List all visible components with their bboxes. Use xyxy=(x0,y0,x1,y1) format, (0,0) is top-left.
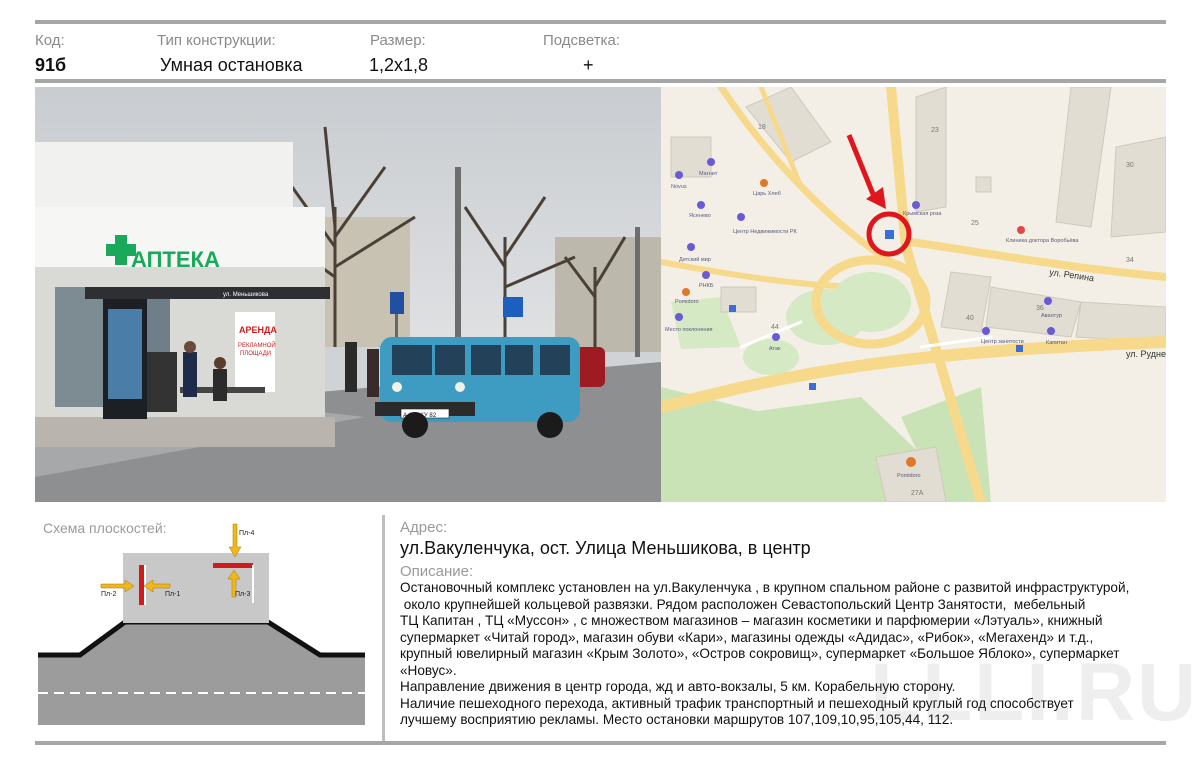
map-num-25: 25 xyxy=(971,220,979,227)
plane-2-label: Пл-2 xyxy=(101,591,116,598)
planes-scheme: Схема плоскостей: Пл-2 Пл-1 Пл-3 Пл-4 xyxy=(35,515,382,740)
bus-stop-marker-icon xyxy=(885,230,894,239)
map-poi-krym: Крымская роза xyxy=(903,211,942,217)
plane-4-arrow-icon xyxy=(228,523,242,558)
map-poi-atak: Атак xyxy=(769,346,781,352)
type-label: Тип конструкции: xyxy=(157,32,276,49)
map-num-44: 44 xyxy=(771,324,779,331)
map-poi-mesto: Место поклонения xyxy=(665,327,713,333)
size-label: Размер: xyxy=(370,32,426,49)
map-num-18: 18 xyxy=(758,124,766,131)
plane-1-label: Пл-1 xyxy=(165,591,180,598)
location-map: ул. Репина ул. Рудне 18 23 30 25 34 36 4… xyxy=(661,87,1166,502)
address-label: Адрес: xyxy=(400,519,448,536)
light-value: + xyxy=(583,55,594,75)
ad-sub2: ПЛОЩАДИ xyxy=(240,351,271,357)
map-poi-center: Центр Недвижимости РК xyxy=(733,229,798,235)
ad-sub1: РЕКЛАМНОЙ xyxy=(238,341,276,349)
scheme-title: Схема плоскостей: xyxy=(43,520,167,536)
map-poi-yasenevo: Ясенево xyxy=(689,213,711,219)
code-value: 91б xyxy=(35,55,67,75)
map-poi-detsky: Детский мир xyxy=(679,256,711,263)
plane-4-surface xyxy=(213,563,253,568)
map-poi-novus: Novus xyxy=(671,184,687,190)
map-poi-magnit: Магнит xyxy=(699,171,718,177)
shelter-name: ул. Меньшикова xyxy=(223,292,269,298)
address-value: ул.Вакуленчука, ост. Улица Меньшикова, в… xyxy=(400,538,811,558)
description-line: супермаркет «Читай город», магазин обуви… xyxy=(400,629,1094,645)
street-photo: АПТЕКА ул. Меньшикова АРЕНДА РЕКЛАМНОЙ П… xyxy=(35,87,661,502)
header-bottom-rule xyxy=(35,79,1166,83)
bottom-rule xyxy=(35,741,1166,745)
map-num-36: 36 xyxy=(1036,305,1044,312)
planes-scheme-diagram: Схема плоскостей: Пл-2 Пл-1 Пл-3 Пл-4 xyxy=(38,520,365,725)
code-label: Код: xyxy=(35,32,65,49)
plane-4-label: Пл-4 xyxy=(239,530,254,537)
map-num-40: 40 xyxy=(966,315,974,322)
light-label: Подсветка: xyxy=(543,32,620,49)
top-rule xyxy=(35,20,1166,24)
size-value: 1,2х1,8 xyxy=(369,55,429,75)
map-num-34: 34 xyxy=(1126,257,1134,264)
map-poi-kapitan: Капитан xyxy=(1046,340,1067,346)
description-line: Остановочный комплекс установлен на ул.В… xyxy=(400,580,1130,595)
pharmacy-sign: АПТЕКА xyxy=(131,247,220,272)
street-photo-illustration: АПТЕКА ул. Меньшикова АРЕНДА РЕКЛАМНОЙ П… xyxy=(35,87,661,502)
map-poi-rnkb: РНКБ xyxy=(699,283,714,289)
pointer-arrow-line xyxy=(846,134,878,200)
map-poi-zanyatost: Центр занятости xyxy=(981,339,1024,345)
type-value: Умная остановка xyxy=(160,55,303,75)
description-line: около крупнейшей кольцевой развязки. Ряд… xyxy=(400,596,1086,612)
map-num-30: 30 xyxy=(1126,162,1134,169)
map-poi-clinic: Клиника доктора Воробьёва xyxy=(1006,238,1079,244)
watermark: LLLI.RU xyxy=(870,647,1199,738)
plane-3-label: Пл-3 xyxy=(235,591,250,598)
description-label: Описание: xyxy=(400,563,474,580)
map-poi-pomidoro: Pomidoro xyxy=(675,299,699,305)
map-num-23: 23 xyxy=(931,127,939,134)
map-poi-khleb: Царь Хлеб xyxy=(753,191,781,197)
map-num-27a: 27А xyxy=(911,490,924,497)
map-poi-avantur: Авантур xyxy=(1041,313,1062,319)
description-line: ТЦ Капитан , ТЦ «Муссон» , с множеством … xyxy=(400,613,1103,628)
map-street-rudneva: ул. Рудне xyxy=(1126,349,1166,359)
map-illustration: ул. Репина ул. Рудне 18 23 30 25 34 36 4… xyxy=(661,87,1166,502)
vertical-divider xyxy=(382,515,385,741)
ad-title: АРЕНДА xyxy=(239,325,277,335)
map-poi-pomidoro2: Pomidoro xyxy=(897,473,921,479)
